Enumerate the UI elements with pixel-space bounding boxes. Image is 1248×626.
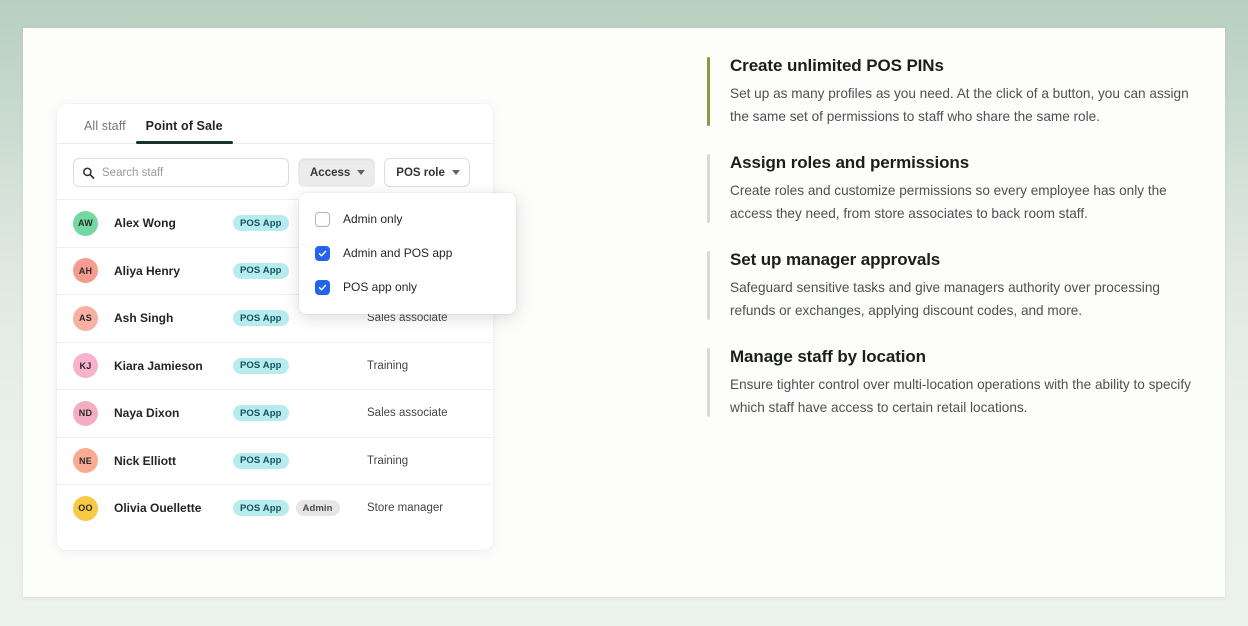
badge-pos-app: POS App bbox=[233, 405, 289, 422]
avatar: KJ bbox=[73, 353, 98, 379]
staff-name: Ash Singh bbox=[114, 311, 174, 326]
feature-item: Create unlimited POS PINs Set up as many … bbox=[707, 55, 1202, 128]
feature-title: Create unlimited POS PINs bbox=[730, 56, 944, 75]
access-option[interactable]: Admin and POS app bbox=[299, 236, 516, 270]
staff-row[interactable]: OO Olivia Ouellette POS App Admin Store mana… bbox=[57, 484, 493, 532]
avatar: NE bbox=[73, 448, 98, 474]
staff-row[interactable]: KJ Kiara Jamieson POS App Training bbox=[57, 341, 493, 390]
page-card: All staff Point of Sale Access POS role bbox=[23, 28, 1225, 597]
staff-name: Naya Dixon bbox=[114, 406, 180, 421]
staff-role: Training bbox=[367, 359, 409, 372]
badge-pos-app: POS App bbox=[233, 452, 289, 469]
feature-list: Create unlimited POS PINs Set up as many … bbox=[707, 55, 1202, 419]
avatar: AH bbox=[73, 258, 98, 284]
staff-badges: POS App bbox=[233, 452, 353, 469]
access-option-label: POS app only bbox=[343, 280, 418, 294]
staff-row[interactable]: NE Nick Elliott POS App Training bbox=[57, 436, 493, 485]
staff-role: Sales associate bbox=[367, 312, 448, 325]
checkbox-checked-icon[interactable] bbox=[315, 279, 330, 295]
tab-all-staff[interactable]: All staff bbox=[74, 119, 136, 143]
avatar: ND bbox=[73, 400, 98, 426]
avatar: AS bbox=[73, 305, 98, 331]
feature-title: Manage staff by location bbox=[730, 347, 926, 367]
checkbox-unchecked-icon[interactable] bbox=[315, 211, 330, 227]
avatar: OO bbox=[73, 495, 98, 521]
badge-pos-app: POS App bbox=[233, 310, 289, 327]
staff-badges: POS App Admin bbox=[233, 500, 353, 517]
badge-pos-app: POS App bbox=[233, 215, 289, 232]
staff-name: Aliya Henry bbox=[114, 263, 181, 278]
badge-admin: Admin bbox=[295, 500, 340, 517]
badge-pos-app: POS App bbox=[233, 357, 289, 374]
access-option[interactable]: POS app only bbox=[299, 270, 516, 304]
staff-name: Kiara Jamieson bbox=[114, 358, 203, 373]
chevron-down-icon bbox=[357, 170, 366, 175]
access-filter-label: Access bbox=[310, 166, 351, 179]
avatar: AW bbox=[73, 210, 98, 236]
feature-accent-bar bbox=[707, 348, 710, 418]
access-option[interactable]: Admin only bbox=[299, 202, 516, 236]
feature-accent-bar bbox=[707, 154, 710, 224]
access-filter-button[interactable]: Access bbox=[298, 158, 376, 187]
access-filter-dropdown[interactable]: Admin only Admin and POS app POS app only bbox=[299, 193, 516, 314]
staff-name: Nick Elliott bbox=[114, 453, 177, 468]
panel-tabs: All staff Point of Sale bbox=[57, 104, 493, 144]
feature-title: Assign roles and permissions bbox=[730, 153, 970, 173]
staff-role: Store manager bbox=[367, 502, 444, 515]
search-icon bbox=[83, 167, 95, 179]
chevron-down-icon bbox=[451, 170, 460, 175]
staff-role: Training bbox=[367, 454, 409, 467]
feature-description: Set up as many profiles as you need. At … bbox=[730, 86, 1189, 124]
feature-title: Set up manager approvals bbox=[730, 250, 941, 270]
feature-description: Create roles and customize permissions s… bbox=[730, 183, 1167, 221]
feature-item: Assign roles and permissions Create roles… bbox=[707, 152, 1202, 225]
feature-item: Manage staff by location Ensure tighter c… bbox=[707, 346, 1202, 419]
staff-badges: POS App bbox=[233, 405, 353, 422]
checkbox-checked-icon[interactable] bbox=[315, 245, 330, 261]
staff-badges: POS App bbox=[233, 357, 353, 374]
staff-row[interactable]: ND Naya Dixon POS App Sales associate bbox=[57, 389, 493, 437]
search-staff-box[interactable] bbox=[73, 158, 289, 187]
staff-role: Sales associate bbox=[367, 407, 448, 420]
search-input[interactable] bbox=[102, 166, 288, 179]
staff-permissions-panel: All staff Point of Sale Access POS role bbox=[57, 104, 493, 550]
badge-pos-app: POS App bbox=[233, 500, 289, 517]
pos-role-filter-label: POS role bbox=[396, 166, 445, 179]
filters-row: Access POS role bbox=[57, 144, 493, 199]
feature-description: Safeguard sensitive tasks and give manag… bbox=[730, 280, 1160, 318]
access-option-label: Admin only bbox=[343, 212, 403, 226]
pos-role-filter-button[interactable]: POS role bbox=[384, 158, 470, 187]
staff-name: Olivia Ouellette bbox=[114, 501, 202, 516]
feature-item: Set up manager approvals Safeguard sensit… bbox=[707, 249, 1202, 322]
feature-accent-bar bbox=[707, 251, 710, 321]
tab-all-staff-label: All staff bbox=[84, 119, 126, 133]
tab-point-of-sale-label: Point of Sale bbox=[145, 119, 223, 133]
badge-pos-app: POS App bbox=[233, 262, 289, 279]
feature-accent-bar bbox=[707, 57, 710, 127]
feature-description: Ensure tighter control over multi-locati… bbox=[730, 377, 1191, 415]
access-option-label: Admin and POS app bbox=[343, 246, 453, 260]
tab-point-of-sale[interactable]: Point of Sale bbox=[135, 119, 233, 144]
staff-name: Alex Wong bbox=[114, 216, 176, 231]
